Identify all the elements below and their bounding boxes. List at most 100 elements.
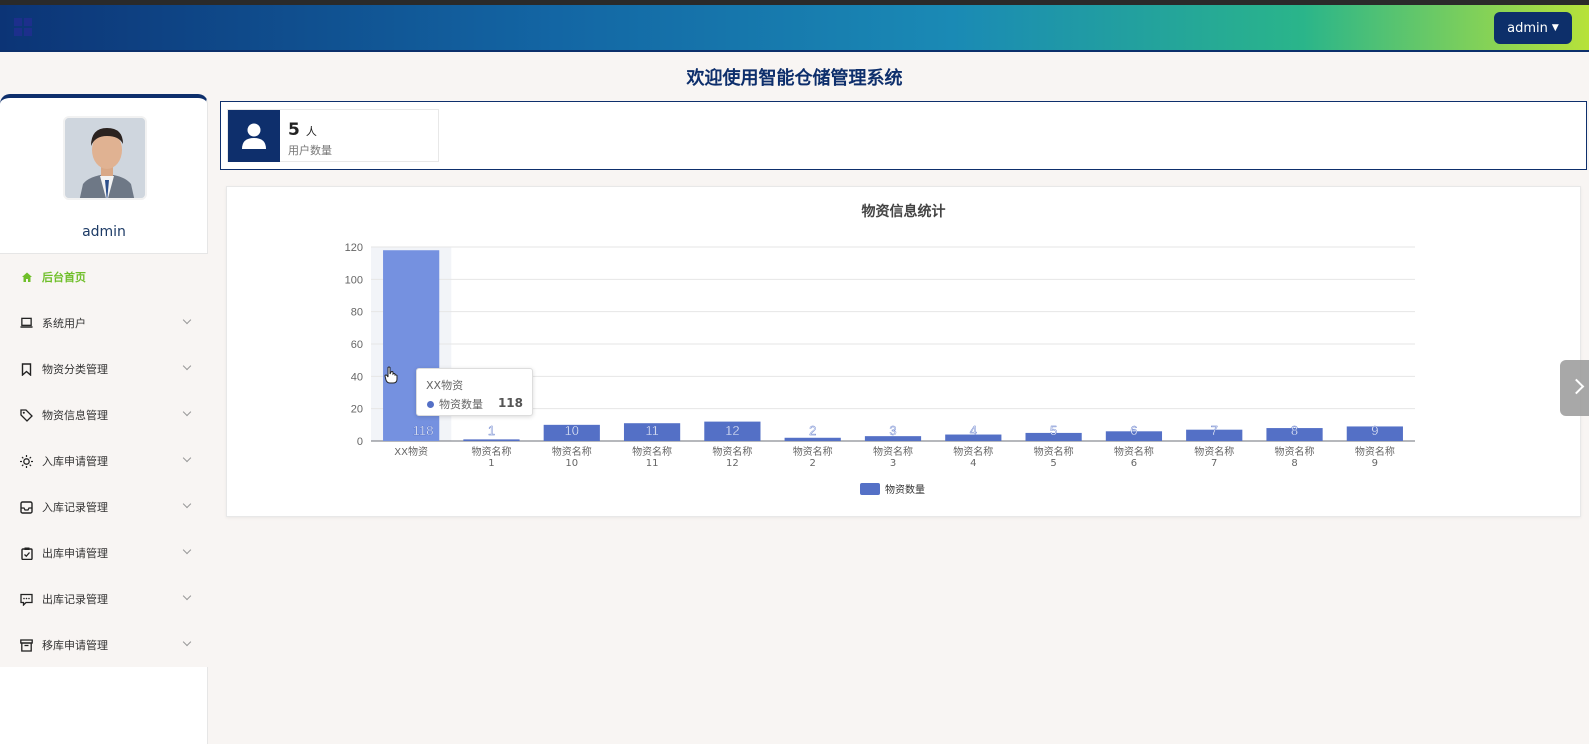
x-tick-label: 物资名称 bbox=[793, 445, 833, 458]
chevron-right-icon bbox=[1568, 378, 1585, 395]
data-label: 10 bbox=[565, 423, 579, 438]
bar-chart: 020406080100120118XX物资1物资名称110物资名称1011物资… bbox=[345, 242, 1415, 496]
user-count-card[interactable]: 5人 用户数量 bbox=[227, 109, 439, 162]
tooltip-value: 118 bbox=[497, 396, 523, 410]
x-tick-label: XX物资 bbox=[394, 445, 428, 458]
chart-panel: 物资信息统计 0 20 40 60 80 100 120 118 XX物资 1 物资名称 1 10 物资名… bbox=[226, 186, 1581, 517]
top-bar: admin ▼ bbox=[0, 0, 1589, 52]
sidebar: admin 后台首页 系统用户 物资分类管理 物资信息管理 入库申请管理 入库记… bbox=[0, 94, 208, 744]
user-menu-label: admin bbox=[1507, 20, 1548, 36]
chevron-down-icon bbox=[182, 407, 192, 417]
hand-cursor-icon bbox=[384, 366, 398, 384]
y-tick-label: 80 bbox=[351, 307, 363, 319]
x-tick-label: 物资名称 bbox=[552, 445, 592, 458]
sidebar-item-inbound-request[interactable]: 入库申请管理 bbox=[0, 438, 208, 484]
y-tick-label: 120 bbox=[345, 242, 363, 254]
sidebar-menu: 后台首页 系统用户 物资分类管理 物资信息管理 入库申请管理 入库记录管理 出库… bbox=[0, 253, 208, 667]
y-tick-label: 100 bbox=[345, 274, 363, 286]
x-tick-label: 10 bbox=[565, 458, 578, 469]
user-count-number: 5 bbox=[288, 120, 300, 140]
laptop-icon bbox=[20, 317, 33, 330]
x-tick-label: 11 bbox=[646, 458, 659, 469]
y-tick-label: 40 bbox=[351, 371, 363, 383]
sidebar-item-label: 后台首页 bbox=[42, 271, 86, 284]
chevron-down-icon: ▼ bbox=[1551, 23, 1559, 33]
sidebar-item-inbound-record[interactable]: 入库记录管理 bbox=[0, 484, 208, 530]
y-tick-label: 60 bbox=[351, 339, 363, 351]
sidebar-item-label: 移库申请管理 bbox=[42, 639, 108, 652]
data-label: 1 bbox=[488, 423, 495, 438]
x-tick-label: 物资名称 bbox=[953, 445, 993, 458]
sidebar-item-transfer-request[interactable]: 移库申请管理 bbox=[0, 622, 208, 668]
x-tick-label: 物资名称 bbox=[873, 445, 913, 458]
sidebar-item-category[interactable]: 物资分类管理 bbox=[0, 346, 208, 392]
data-label: 11 bbox=[645, 423, 659, 438]
chevron-down-icon bbox=[182, 315, 192, 325]
x-tick-label: 物资名称 bbox=[471, 445, 511, 458]
chevron-down-icon bbox=[182, 361, 192, 371]
legend-swatch bbox=[860, 483, 880, 495]
sidebar-item-outbound-request[interactable]: 出库申请管理 bbox=[0, 530, 208, 576]
chevron-down-icon bbox=[182, 637, 192, 647]
sidebar-item-outbound-record[interactable]: 出库记录管理 bbox=[0, 576, 208, 622]
x-tick-label: 7 bbox=[1211, 458, 1217, 469]
x-tick-label: 3 bbox=[890, 458, 896, 469]
x-tick-label: 12 bbox=[726, 458, 739, 469]
data-label: 7 bbox=[1211, 423, 1218, 438]
x-tick-label: 8 bbox=[1291, 458, 1297, 469]
sidebar-item-system-users[interactable]: 系统用户 bbox=[0, 300, 208, 346]
home-icon bbox=[20, 271, 33, 284]
x-tick-label: 2 bbox=[810, 458, 816, 469]
sidebar-username: admin bbox=[82, 224, 126, 240]
avatar bbox=[63, 116, 147, 200]
legend-label: 物资数量 bbox=[885, 483, 925, 496]
page-title: 欢迎使用智能仓储管理系统 bbox=[686, 68, 903, 89]
chart-tooltip: XX物资 物资数量 118 bbox=[416, 368, 533, 416]
x-tick-label: 4 bbox=[970, 458, 976, 469]
tag-icon bbox=[20, 408, 33, 422]
sidebar-item-material-info[interactable]: 物资信息管理 bbox=[0, 392, 208, 438]
message-icon bbox=[20, 593, 33, 606]
sidebar-item-label: 入库申请管理 bbox=[42, 455, 108, 468]
data-label: 9 bbox=[1371, 423, 1378, 438]
data-label: 4 bbox=[970, 423, 977, 438]
x-tick-label: 1 bbox=[488, 458, 494, 469]
data-label: 8 bbox=[1291, 423, 1298, 438]
bar bbox=[784, 437, 841, 441]
chevron-down-icon bbox=[182, 591, 192, 601]
chevron-down-icon bbox=[182, 545, 192, 555]
inbox-icon bbox=[20, 500, 33, 514]
bookmark-icon bbox=[20, 362, 33, 376]
x-tick-label: 物资名称 bbox=[1034, 445, 1074, 458]
user-count-value: 5人 bbox=[288, 120, 317, 140]
next-panel-button[interactable] bbox=[1560, 360, 1589, 416]
x-tick-label: 物资名称 bbox=[1194, 445, 1234, 458]
data-label: 118 bbox=[413, 423, 434, 438]
bar bbox=[463, 439, 520, 441]
sidebar-item-label: 出库记录管理 bbox=[42, 593, 108, 606]
sidebar-item-label: 系统用户 bbox=[42, 317, 86, 330]
data-label: 12 bbox=[725, 423, 739, 438]
user-icon bbox=[228, 110, 280, 162]
chevron-down-icon bbox=[182, 499, 192, 509]
data-label: 6 bbox=[1130, 423, 1137, 438]
data-label: 5 bbox=[1050, 423, 1057, 438]
avatar-portrait-icon bbox=[65, 118, 145, 198]
sidebar-item-label: 物资分类管理 bbox=[42, 363, 108, 376]
sidebar-item-label: 物资信息管理 bbox=[42, 409, 108, 422]
x-tick-label: 物资名称 bbox=[1114, 445, 1154, 458]
x-tick-label: 6 bbox=[1131, 458, 1137, 469]
data-label: 2 bbox=[809, 423, 816, 438]
x-tick-label: 物资名称 bbox=[1355, 445, 1395, 458]
chevron-down-icon bbox=[182, 453, 192, 463]
sidebar-item-home[interactable]: 后台首页 bbox=[0, 254, 208, 300]
y-tick-label: 0 bbox=[357, 436, 363, 448]
tooltip-series-dot bbox=[427, 401, 434, 408]
clipboard-icon bbox=[20, 547, 33, 560]
user-count-unit: 人 bbox=[305, 125, 317, 138]
user-count-label: 用户数量 bbox=[288, 144, 332, 157]
user-menu-button[interactable]: admin ▼ bbox=[1494, 12, 1572, 44]
apps-grid-icon[interactable] bbox=[14, 18, 32, 36]
data-label: 3 bbox=[889, 423, 896, 438]
x-tick-label: 物资名称 bbox=[632, 445, 672, 458]
